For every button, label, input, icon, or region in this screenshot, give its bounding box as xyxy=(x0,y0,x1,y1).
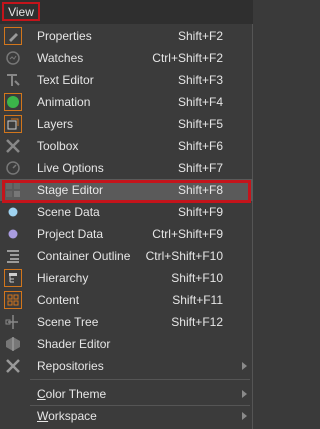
live-options-icon xyxy=(4,159,22,177)
menu-item-label: Toolbox xyxy=(37,139,79,153)
menu-item-shortcut: Shift+F6 xyxy=(177,139,223,153)
shader-editor-icon xyxy=(4,335,22,353)
menu-item-shortcut: Shift+F9 xyxy=(177,205,223,219)
repositories-icon xyxy=(4,357,22,375)
menu-item-label: Stage Editor xyxy=(37,183,104,197)
menu-item-label: Animation xyxy=(37,95,91,109)
menu-item-label: Content xyxy=(37,293,80,307)
menu-item-label: Properties xyxy=(37,29,92,43)
menu-item-color-theme[interactable]: Color Theme xyxy=(0,383,253,405)
menu-item-workspace[interactable]: Workspace xyxy=(0,405,253,427)
menu-item-shortcut: Ctrl+Shift+F9 xyxy=(152,227,223,241)
menu-item-label: Color Theme xyxy=(37,387,107,401)
menu-item-label: Shader Editor xyxy=(37,337,111,351)
menu-item-watches[interactable]: Watches Ctrl+Shift+F2 xyxy=(0,47,253,69)
menu-item-label: Container Outline xyxy=(37,249,131,263)
hierarchy-icon xyxy=(4,269,22,287)
menu-item-label: Project Data xyxy=(37,227,104,241)
menu-item-live-options[interactable]: Live Options Shift+F7 xyxy=(0,157,253,179)
menu-item-label: Text Editor xyxy=(37,73,94,87)
menu-item-text-editor[interactable]: Text Editor Shift+F3 xyxy=(0,69,253,91)
menu-item-label: Hierarchy xyxy=(37,271,89,285)
menu-item-container-outline[interactable]: Container Outline Ctrl+Shift+F10 xyxy=(0,245,253,267)
menu-item-label: Scene Data xyxy=(37,205,100,219)
menu-item-repositories[interactable]: Repositories xyxy=(0,355,253,377)
watches-icon xyxy=(4,49,22,67)
submenu-arrow-icon xyxy=(242,412,247,420)
menu-item-shortcut: Shift+F11 xyxy=(172,293,223,307)
scene-tree-icon xyxy=(4,313,22,331)
menu-item-shortcut: Shift+F8 xyxy=(177,183,223,197)
container-outline-icon xyxy=(4,247,22,265)
menu-item-scene-tree[interactable]: Scene Tree Shift+F12 xyxy=(0,311,253,333)
menu-item-scene-data[interactable]: Scene Data Shift+F9 xyxy=(0,201,253,223)
menu-item-shortcut: Ctrl+Shift+F2 xyxy=(152,51,223,65)
animation-icon xyxy=(4,93,22,111)
menu-item-content[interactable]: Content Shift+F11 xyxy=(0,289,253,311)
project-data-icon xyxy=(4,225,22,243)
menu-item-hierarchy[interactable]: Hierarchy Shift+F10 xyxy=(0,267,253,289)
menu-item-shader-editor[interactable]: Shader Editor xyxy=(0,333,253,355)
content-icon xyxy=(4,291,22,309)
view-dropdown-menu: Properties Shift+F2 Watches Ctrl+Shift+F… xyxy=(0,24,253,429)
scene-data-icon xyxy=(4,203,22,221)
menu-item-stage-editor[interactable]: Stage Editor Shift+F8 xyxy=(0,179,253,201)
menu-item-shortcut: Shift+F10 xyxy=(171,271,223,285)
view-menu-button[interactable]: View xyxy=(2,2,40,21)
text-editor-icon xyxy=(4,71,22,89)
menu-item-shortcut: Shift+F7 xyxy=(177,161,223,175)
menu-item-layers[interactable]: Layers Shift+F5 xyxy=(0,113,253,135)
submenu-arrow-icon xyxy=(242,362,247,370)
stage-editor-icon xyxy=(4,181,22,199)
menu-item-label: Scene Tree xyxy=(37,315,99,329)
menu-item-shortcut: Ctrl+Shift+F10 xyxy=(145,249,223,263)
menu-item-properties[interactable]: Properties Shift+F2 xyxy=(0,25,253,47)
menubar: View xyxy=(0,0,253,24)
toolbox-icon xyxy=(4,137,22,155)
menu-item-shortcut: Shift+F2 xyxy=(177,29,223,43)
menu-item-label: Layers xyxy=(37,117,74,131)
menu-item-label: Workspace xyxy=(37,409,97,423)
properties-icon xyxy=(4,27,22,45)
menu-item-shortcut: Shift+F5 xyxy=(177,117,223,131)
menu-item-shortcut: Shift+F3 xyxy=(177,73,223,87)
menu-item-animation[interactable]: Animation Shift+F4 xyxy=(0,91,253,113)
layers-icon xyxy=(4,115,22,133)
menu-item-label: Watches xyxy=(37,51,84,65)
menu-item-shortcut: Shift+F12 xyxy=(171,315,223,329)
menu-separator xyxy=(30,379,250,380)
menu-item-label: Repositories xyxy=(37,359,104,373)
menu-item-label: Live Options xyxy=(37,161,104,175)
menu-item-shortcut: Shift+F4 xyxy=(177,95,223,109)
menu-item-project-data[interactable]: Project Data Ctrl+Shift+F9 xyxy=(0,223,253,245)
menu-item-toolbox[interactable]: Toolbox Shift+F6 xyxy=(0,135,253,157)
submenu-arrow-icon xyxy=(242,390,247,398)
